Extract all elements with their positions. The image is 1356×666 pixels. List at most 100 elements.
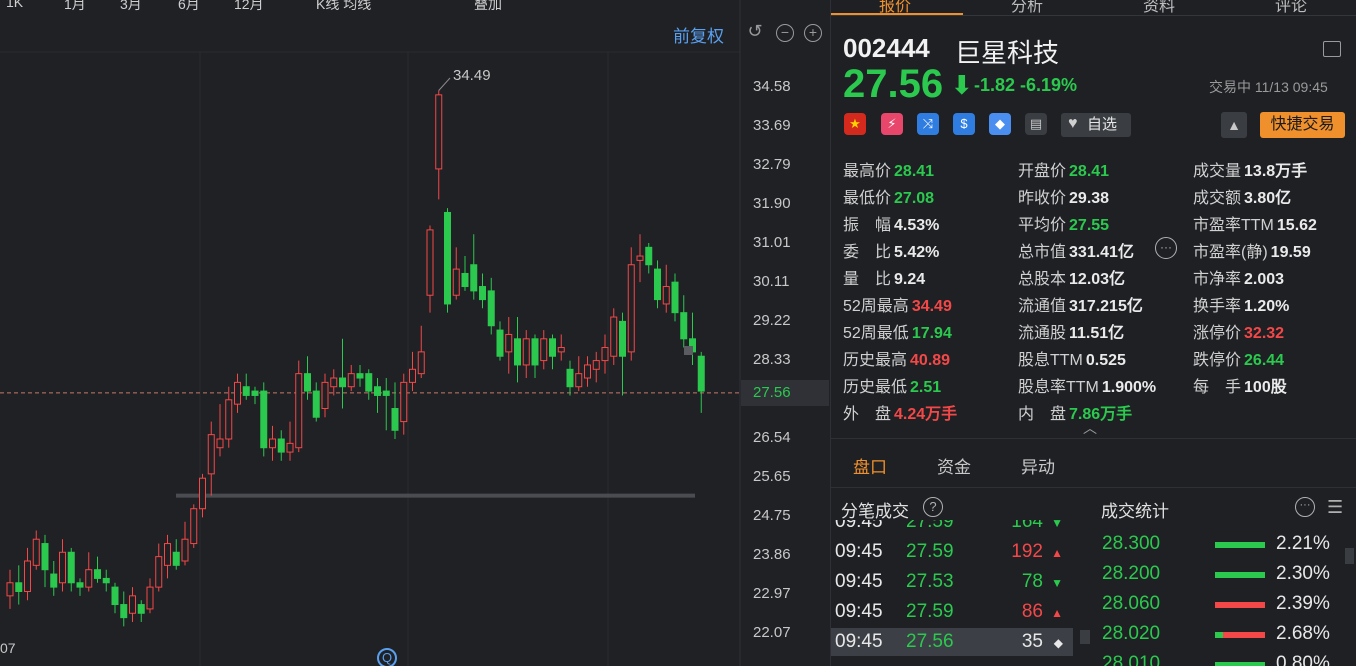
tick-row[interactable]: 09:45 27.59 86 ▲	[831, 598, 1073, 626]
candle-body	[277, 438, 285, 453]
panel-layout-icon[interactable]	[1323, 41, 1341, 57]
quote-field-label: 换手率	[1193, 298, 1242, 315]
quote-field-label: 涨停价	[1193, 325, 1242, 342]
tab-analysis[interactable]: 分析	[1011, 0, 1043, 15]
candle-body	[557, 347, 565, 353]
zoom-out-icon[interactable]: −	[776, 24, 794, 42]
panel-tabs: 报价 分析 资料 评论	[831, 0, 1356, 16]
tick-row[interactable]: 09:45 27.59 192 ▲	[831, 538, 1073, 566]
candle-body	[15, 582, 23, 592]
quote-field: 成交额 3.80亿	[1193, 184, 1291, 208]
down-arrow-icon: ⬇	[951, 70, 973, 100]
tick-scrollbar[interactable]	[1080, 630, 1090, 644]
tick-list[interactable]: 09:45 27.59 164 ▼ 09:45 27.59 192 ▲ 09:45 27.53 78…	[831, 520, 1077, 666]
support-line	[176, 493, 695, 498]
candle-body	[85, 569, 93, 588]
stats-percent: 2.39%	[1276, 593, 1330, 614]
quote-panel: 报价 分析 资料 评论 002444 巨星科技 27.56 ⬇ -1.82 -6…	[830, 0, 1356, 666]
candle-body	[417, 351, 425, 375]
quote-field-value: 13.8万手	[1244, 163, 1308, 180]
quote-field-label: 振 幅	[843, 217, 892, 234]
candle-body	[155, 556, 163, 588]
adjust-mode-button[interactable]: 前复权	[673, 22, 724, 47]
quote-field-value: 32.32	[1244, 325, 1285, 342]
quote-field-label: 成交额	[1193, 190, 1242, 207]
quote-field-label: 股息率TTM	[1018, 379, 1099, 396]
zoom-in-icon[interactable]: +	[804, 24, 822, 42]
tick-time: 09:45	[835, 541, 883, 562]
quote-field: 振 幅 4.53%	[843, 211, 939, 235]
margin-icon[interactable]: ⚡	[881, 113, 903, 135]
collapse-icon[interactable]: ︿	[1083, 418, 1097, 438]
note-icon[interactable]: ▤	[1025, 113, 1047, 135]
sub-tabs: 盘口 资金 异动	[831, 438, 1356, 488]
candle-body	[496, 329, 504, 357]
quote-field: 委 比 5.42%	[843, 238, 939, 262]
list-view-icon[interactable]: ☰	[1327, 498, 1343, 516]
candle-body	[321, 381, 329, 410]
quote-field: 成交量 13.8万手	[1193, 157, 1307, 181]
candle-body	[260, 390, 268, 449]
quote-field-value: 28.41	[1069, 163, 1110, 180]
stats-row[interactable]: 28.200 2.30%	[1093, 560, 1356, 590]
tick-direction-icon: ▼	[1051, 576, 1063, 590]
candle-body	[181, 538, 189, 562]
tab-profile[interactable]: 资料	[1143, 0, 1175, 15]
candle-body	[654, 268, 661, 301]
candle-body	[242, 386, 250, 396]
search-icon[interactable]: Q	[377, 648, 397, 666]
tab-movements[interactable]: 异动	[1021, 453, 1055, 478]
quote-field-label: 市盈率(静)	[1193, 244, 1268, 261]
help-icon[interactable]: ?	[923, 497, 943, 517]
quote-field-value: 3.80亿	[1244, 190, 1292, 207]
candle-body	[601, 347, 609, 362]
tab-comments[interactable]: 评论	[1275, 0, 1307, 15]
stats-row[interactable]: 28.060 2.39%	[1093, 590, 1356, 620]
tick-row[interactable]: 09:45 27.56 35 ◆	[831, 628, 1073, 656]
volume-stats-list[interactable]: 28.300 2.21% 28.200 2.30% 28.060 2.39% 28.020 2…	[1093, 530, 1356, 666]
quote-field-value: 1.900%	[1101, 379, 1157, 396]
quote-field: 内 盘 7.86万手	[1018, 400, 1132, 424]
quote-field: 昨收价 29.38	[1018, 184, 1109, 208]
tag-icon[interactable]: ◆	[989, 113, 1011, 135]
dollar-icon[interactable]: $	[953, 113, 975, 135]
candle-body	[312, 390, 320, 418]
candle-body	[584, 364, 591, 379]
stats-bar-up	[1215, 602, 1265, 608]
candle-body	[251, 390, 259, 396]
candle-body	[339, 377, 346, 388]
connect-icon[interactable]: ⤨	[917, 113, 939, 135]
stats-scrollbar[interactable]	[1345, 548, 1354, 564]
kline-chart-panel[interactable]: 1K 1月 3月 6月 12月 K线 均线 叠加 前复权 ↺ − + 34.49…	[0, 0, 830, 666]
bell-icon[interactable]: ▲	[1221, 112, 1247, 138]
tab-orderbook[interactable]: 盘口	[853, 453, 887, 478]
quote-field: 涨停价 32.32	[1193, 319, 1284, 343]
quote-field: 最低价 27.08	[843, 184, 934, 208]
tab-capital[interactable]: 资金	[937, 453, 971, 478]
tick-row[interactable]: 09:45 27.53 78 ▼	[831, 568, 1073, 596]
candle-body	[94, 569, 101, 579]
y-tick: 29.22	[753, 312, 791, 329]
candle-body	[172, 551, 180, 566]
y-tick: 22.07	[753, 624, 791, 641]
add-watchlist-button[interactable]: ♥ 自选	[1061, 113, 1131, 137]
candle-body	[470, 264, 478, 292]
candle-body	[32, 538, 40, 566]
y-tick: 32.79	[753, 156, 791, 173]
tick-direction-icon: ▼	[1051, 520, 1063, 530]
undo-icon[interactable]: ↺	[746, 22, 764, 42]
quick-trade-button[interactable]: 快捷交易	[1260, 112, 1345, 138]
quote-field-value: 0.525	[1085, 352, 1126, 369]
stats-row[interactable]: 28.010 0.80%	[1093, 650, 1356, 666]
quote-field-value: 19.59	[1270, 244, 1311, 261]
more-options-icon[interactable]: ···	[1295, 497, 1315, 517]
tick-row[interactable]: 09:45 27.59 164 ▼	[831, 520, 1073, 536]
stats-row[interactable]: 28.020 2.68%	[1093, 620, 1356, 650]
y-tick: 23.86	[753, 546, 791, 563]
stats-price: 28.060	[1102, 593, 1161, 614]
tick-volume: 35	[1021, 631, 1043, 652]
stats-row[interactable]: 28.300 2.21%	[1093, 530, 1356, 560]
cursor-marker	[684, 346, 693, 355]
more-icon[interactable]: ···	[1155, 237, 1177, 259]
candle-body	[566, 368, 574, 388]
